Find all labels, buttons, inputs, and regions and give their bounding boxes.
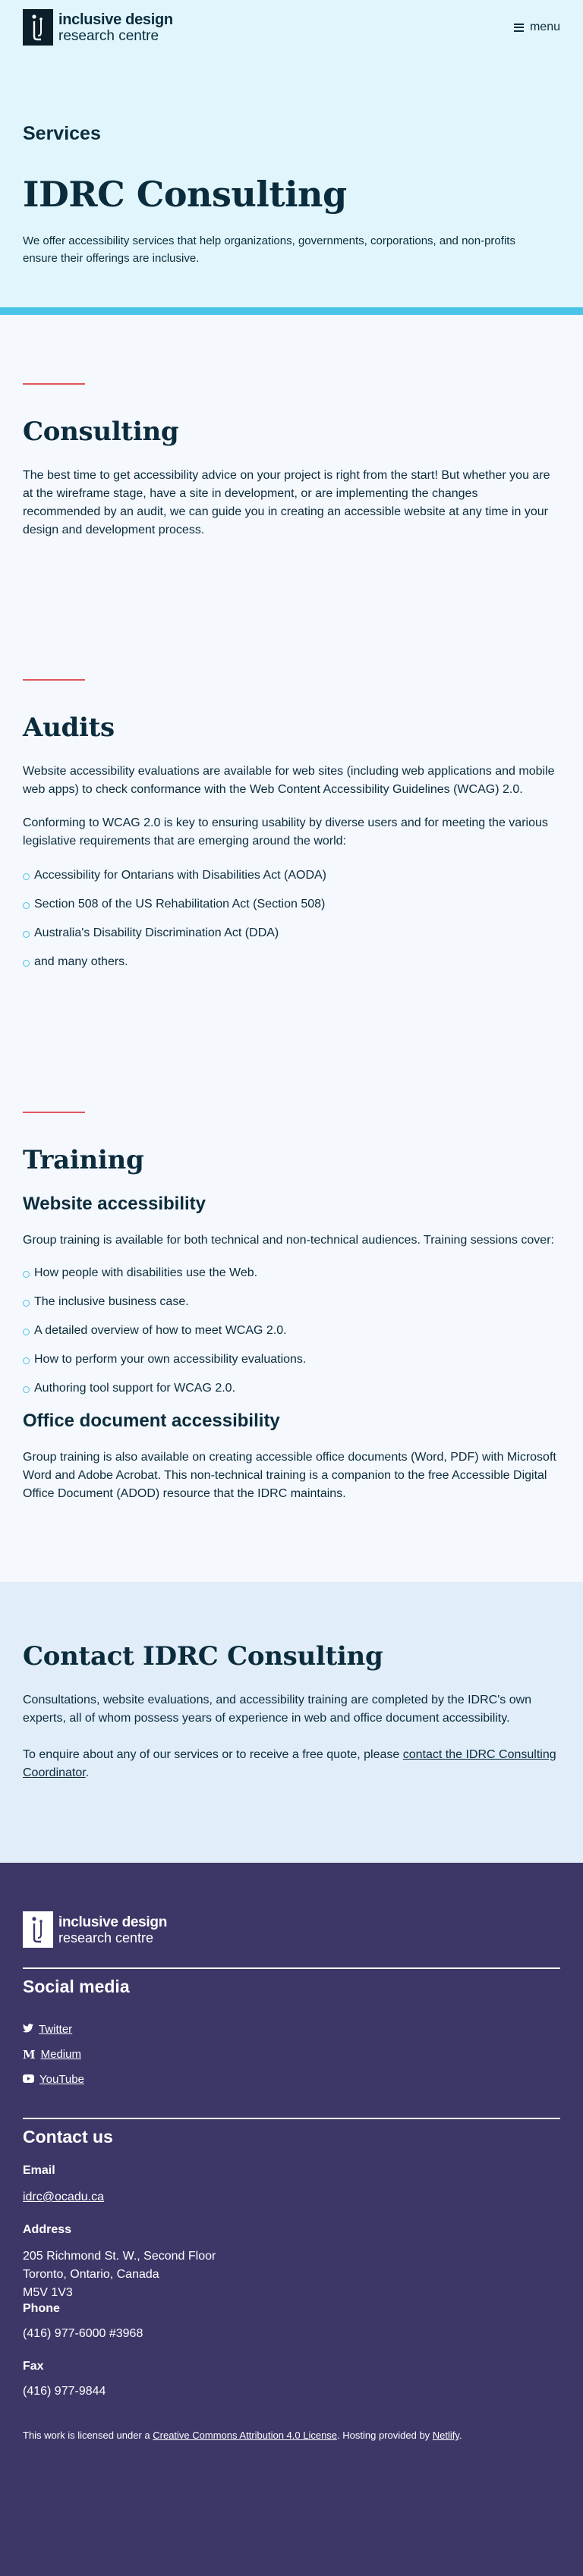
email-value: idrc@ocadu.ca xyxy=(23,2188,560,2206)
medium-icon: M xyxy=(23,2047,36,2062)
legal-text-2: . Hosting provided by xyxy=(337,2430,433,2441)
twitter-icon xyxy=(23,2023,33,2036)
footer-brand-text: inclusive design research centre xyxy=(58,1915,167,1945)
list-item: How people with disabilities use the Web… xyxy=(23,1265,560,1294)
email-link[interactable]: idrc@ocadu.ca xyxy=(23,2191,104,2203)
hero-intro: We offer accessibility services that hel… xyxy=(23,234,515,265)
social-links: Twitter M Medium YouTube xyxy=(23,2017,560,2092)
list-item: The inclusive business case. xyxy=(23,1294,560,1323)
site-header: inclusive design research centre menu xyxy=(23,0,560,53)
address-label: Address xyxy=(23,2223,72,2236)
address-line-2: Toronto, Ontario, Canada xyxy=(23,2268,159,2281)
youtube-icon xyxy=(23,2073,34,2086)
license-link[interactable]: Creative Commons Attribution 4.0 License xyxy=(153,2430,337,2441)
menu-button[interactable]: menu xyxy=(513,20,560,34)
fax-value: (416) 977-9844 xyxy=(23,2385,106,2398)
footer-brand-line-1: inclusive design xyxy=(58,1914,168,1930)
footer-divider xyxy=(23,1967,560,1969)
audits-section: Audits Website accessibility evaluations… xyxy=(0,679,583,1112)
site-footer: inclusive design research centre Social … xyxy=(0,1863,583,2576)
contact-paragraph-1: Consultations, website evaluations, and … xyxy=(23,1694,532,1725)
training-section: Training Website accessibility Group tra… xyxy=(0,1112,583,1582)
training-topics-list: How people with disabilities use the Web… xyxy=(23,1265,560,1409)
contact-text-before: To enquire about any of our services or … xyxy=(23,1748,403,1761)
contact-paragraph-2: To enquire about any of our services or … xyxy=(23,1746,558,1782)
training-title: Training xyxy=(23,1145,144,1175)
fax-label: Fax xyxy=(23,2360,44,2373)
accent-rule xyxy=(23,1112,85,1113)
list-item: Accessibility for Ontarians with Disabil… xyxy=(23,867,560,896)
social-media-heading: Social media xyxy=(23,1977,130,1996)
idrc-logo-icon xyxy=(23,9,53,46)
page-title: IDRC Consulting xyxy=(23,174,347,215)
footer-brand-line-2: research centre xyxy=(58,1930,154,1945)
contact-text-after: . xyxy=(85,1766,90,1779)
address-line-3: M5V 1V3 xyxy=(23,2286,73,2299)
list-item: Section 508 of the US Rehabilitation Act… xyxy=(23,896,560,925)
accent-rule xyxy=(23,383,85,385)
social-label[interactable]: Twitter xyxy=(39,2023,72,2036)
audits-paragraph-2: Conforming to WCAG 2.0 is key to ensurin… xyxy=(23,816,548,848)
office-training-body: Group training is also available on crea… xyxy=(23,1451,556,1500)
social-link-twitter[interactable]: Twitter xyxy=(23,2017,560,2042)
social-link-youtube[interactable]: YouTube xyxy=(23,2067,560,2092)
legal-text-1: This work is licensed under a xyxy=(23,2430,153,2441)
audits-paragraph-1: Website accessibility evaluations are av… xyxy=(23,765,555,796)
email-label: Email xyxy=(23,2164,55,2177)
social-label[interactable]: YouTube xyxy=(39,2073,84,2086)
netlify-link[interactable]: Netlify xyxy=(433,2430,459,2441)
phone-value: (416) 977-6000 #3968 xyxy=(23,2327,143,2340)
audits-title: Audits xyxy=(23,712,115,743)
contact-section: Contact IDRC Consulting Consultations, w… xyxy=(0,1582,583,1863)
brand-logo-link[interactable]: inclusive design research centre xyxy=(23,9,173,46)
footer-brand-link[interactable]: inclusive design research centre xyxy=(23,1911,560,1948)
consulting-section: Consulting The best time to get accessib… xyxy=(0,315,583,679)
menu-label: menu xyxy=(529,20,560,33)
list-item: Australia's Disability Discrimination Ac… xyxy=(23,925,560,954)
brand-line-2: research centre xyxy=(58,27,159,44)
list-item: Authoring tool support for WCAG 2.0. xyxy=(23,1380,560,1409)
office-accessibility-heading: Office document accessibility xyxy=(23,1411,280,1431)
list-item: A detailed overview of how to meet WCAG … xyxy=(23,1323,560,1351)
address-line-1: 205 Richmond St. W., Second Floor xyxy=(23,2250,216,2263)
social-link-medium[interactable]: M Medium xyxy=(23,2042,560,2067)
footer-divider xyxy=(23,2118,560,2119)
website-training-body: Group training is available for both tec… xyxy=(23,1234,554,1247)
hamburger-icon xyxy=(513,23,524,32)
legislation-list: Accessibility for Ontarians with Disabil… xyxy=(23,867,560,983)
legal-text-3: . xyxy=(459,2430,462,2441)
hero-accent-band xyxy=(0,307,583,315)
phone-label: Phone xyxy=(23,2302,60,2315)
idrc-logo-icon xyxy=(23,1911,53,1948)
accent-rule xyxy=(23,679,85,681)
brand-text: inclusive design research centre xyxy=(58,12,173,43)
brand-line-1: inclusive design xyxy=(58,11,173,28)
contact-us-heading: Contact us xyxy=(23,2127,113,2147)
list-item: and many others. xyxy=(23,954,560,983)
contact-title: Contact IDRC Consulting xyxy=(23,1641,383,1672)
social-label[interactable]: Medium xyxy=(41,2048,81,2061)
hero-eyebrow: Services xyxy=(23,123,101,144)
consulting-body: The best time to get accessibility advic… xyxy=(23,469,550,536)
list-item: How to perform your own accessibility ev… xyxy=(23,1351,560,1380)
consulting-title: Consulting xyxy=(23,417,179,447)
license-notice: This work is licensed under a Creative C… xyxy=(23,2430,560,2441)
address-value: 205 Richmond St. W., Second Floor Toront… xyxy=(23,2247,560,2302)
website-accessibility-heading: Website accessibility xyxy=(23,1194,206,1214)
hero: inclusive design research centre menu Se… xyxy=(0,0,583,315)
